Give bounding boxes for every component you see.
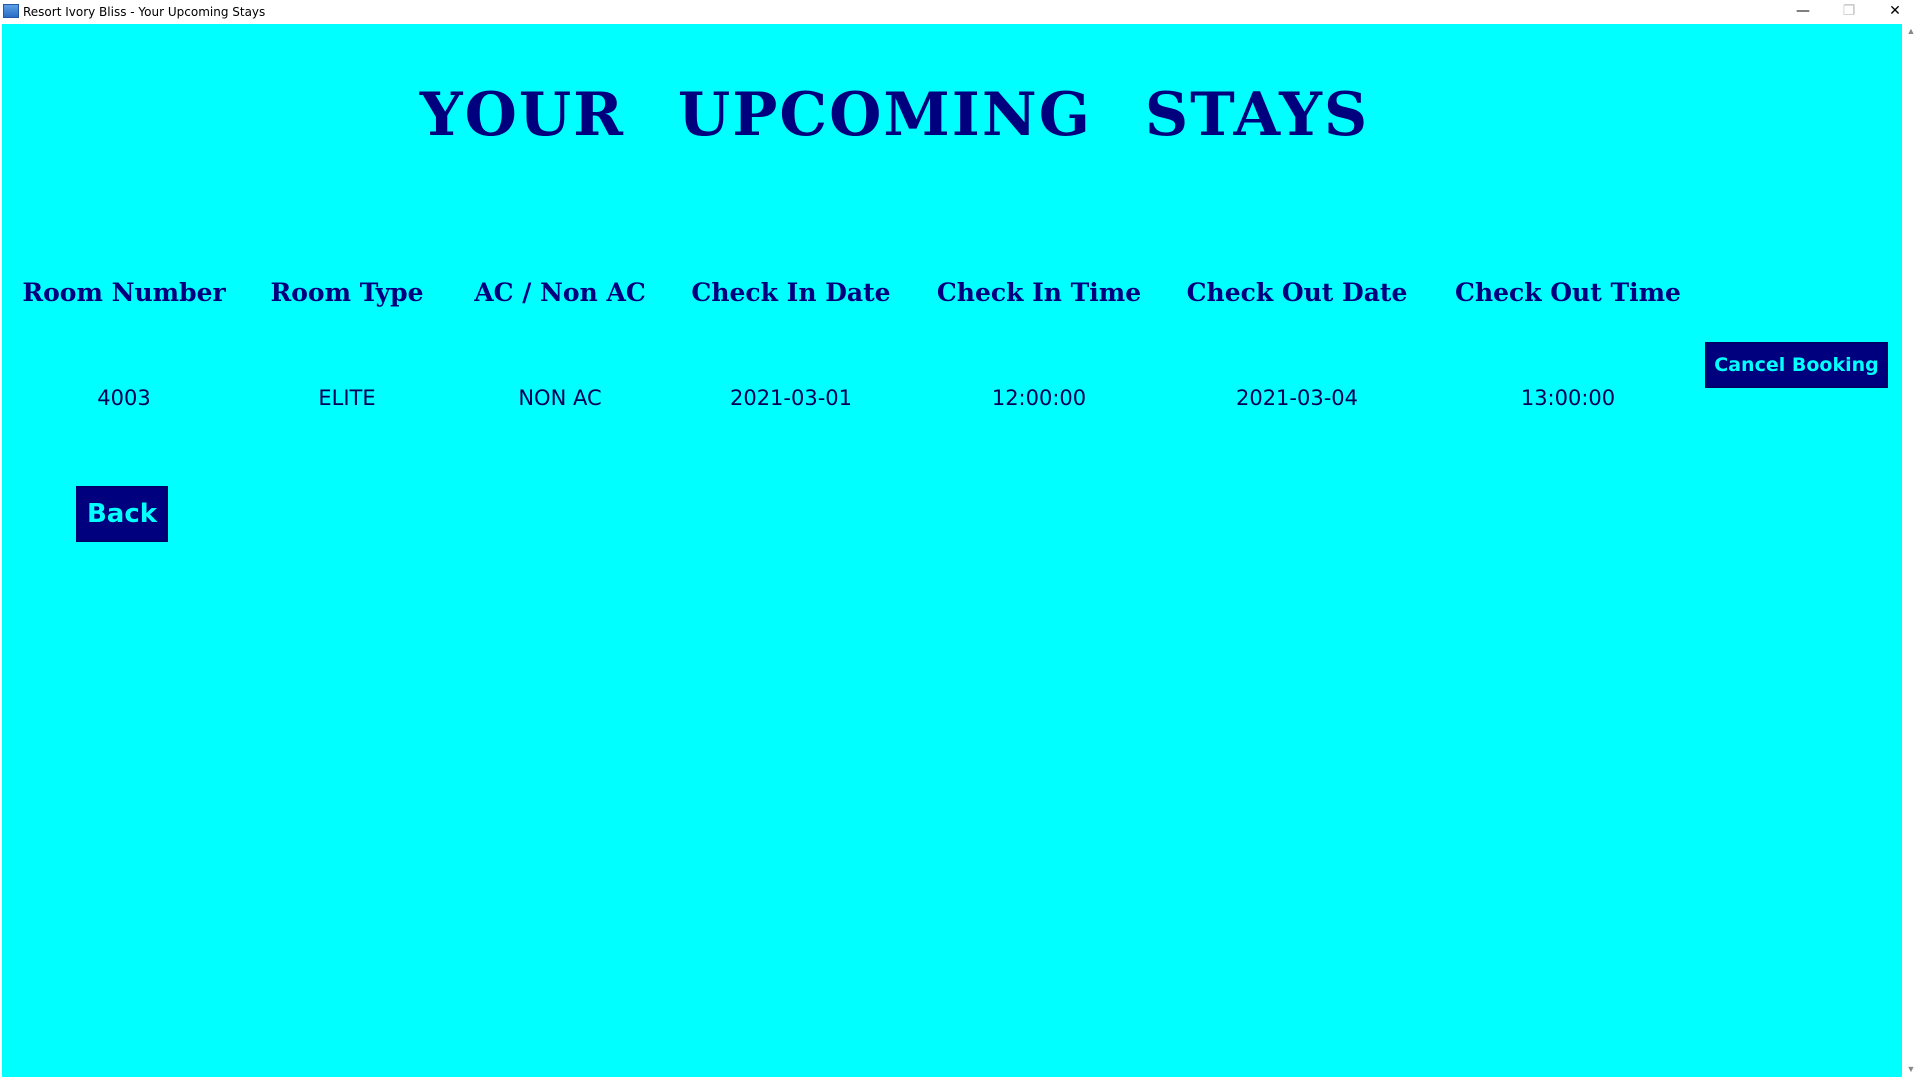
scroll-up-arrow-icon[interactable]: ▲ <box>1906 26 1916 36</box>
header-check-out-date: Check Out Date <box>1186 278 1408 307</box>
cell-check-out-time: 13:00:00 <box>1520 386 1616 410</box>
header-room-type: Room Type <box>270 278 424 307</box>
window-title: Resort Ivory Bliss - Your Upcoming Stays <box>23 5 266 19</box>
cell-ac-non-ac: NON AC <box>518 386 602 410</box>
close-button[interactable]: ✕ <box>1872 0 1918 22</box>
scroll-down-arrow-icon[interactable]: ▼ <box>1906 1064 1916 1074</box>
app-icon <box>3 4 19 18</box>
header-check-in-time: Check In Time <box>936 278 1142 307</box>
cell-room-number: 4003 <box>97 386 151 410</box>
main-content: YOUR UPCOMING STAYS Room Number Room Typ… <box>2 24 1902 1077</box>
back-button[interactable]: Back <box>76 486 168 542</box>
maximize-button[interactable]: ❐ <box>1826 0 1872 22</box>
cell-check-out-date: 2021-03-04 <box>1235 386 1359 410</box>
page-title: YOUR UPCOMING STAYS <box>419 80 1370 150</box>
cell-check-in-date: 2021-03-01 <box>729 386 853 410</box>
header-check-out-time: Check Out Time <box>1455 278 1681 307</box>
header-room-number: Room Number <box>22 278 226 307</box>
vertical-scrollbar[interactable] <box>1902 24 1920 1077</box>
cancel-booking-button[interactable]: Cancel Booking <box>1705 342 1888 388</box>
minimize-button[interactable]: — <box>1780 0 1826 22</box>
header-ac-non-ac: AC / Non AC <box>474 278 646 307</box>
cell-room-type: ELITE <box>318 386 376 410</box>
header-check-in-date: Check In Date <box>691 278 891 307</box>
cell-check-in-time: 12:00:00 <box>991 386 1087 410</box>
window-titlebar: Resort Ivory Bliss - Your Upcoming Stays… <box>0 0 1920 24</box>
